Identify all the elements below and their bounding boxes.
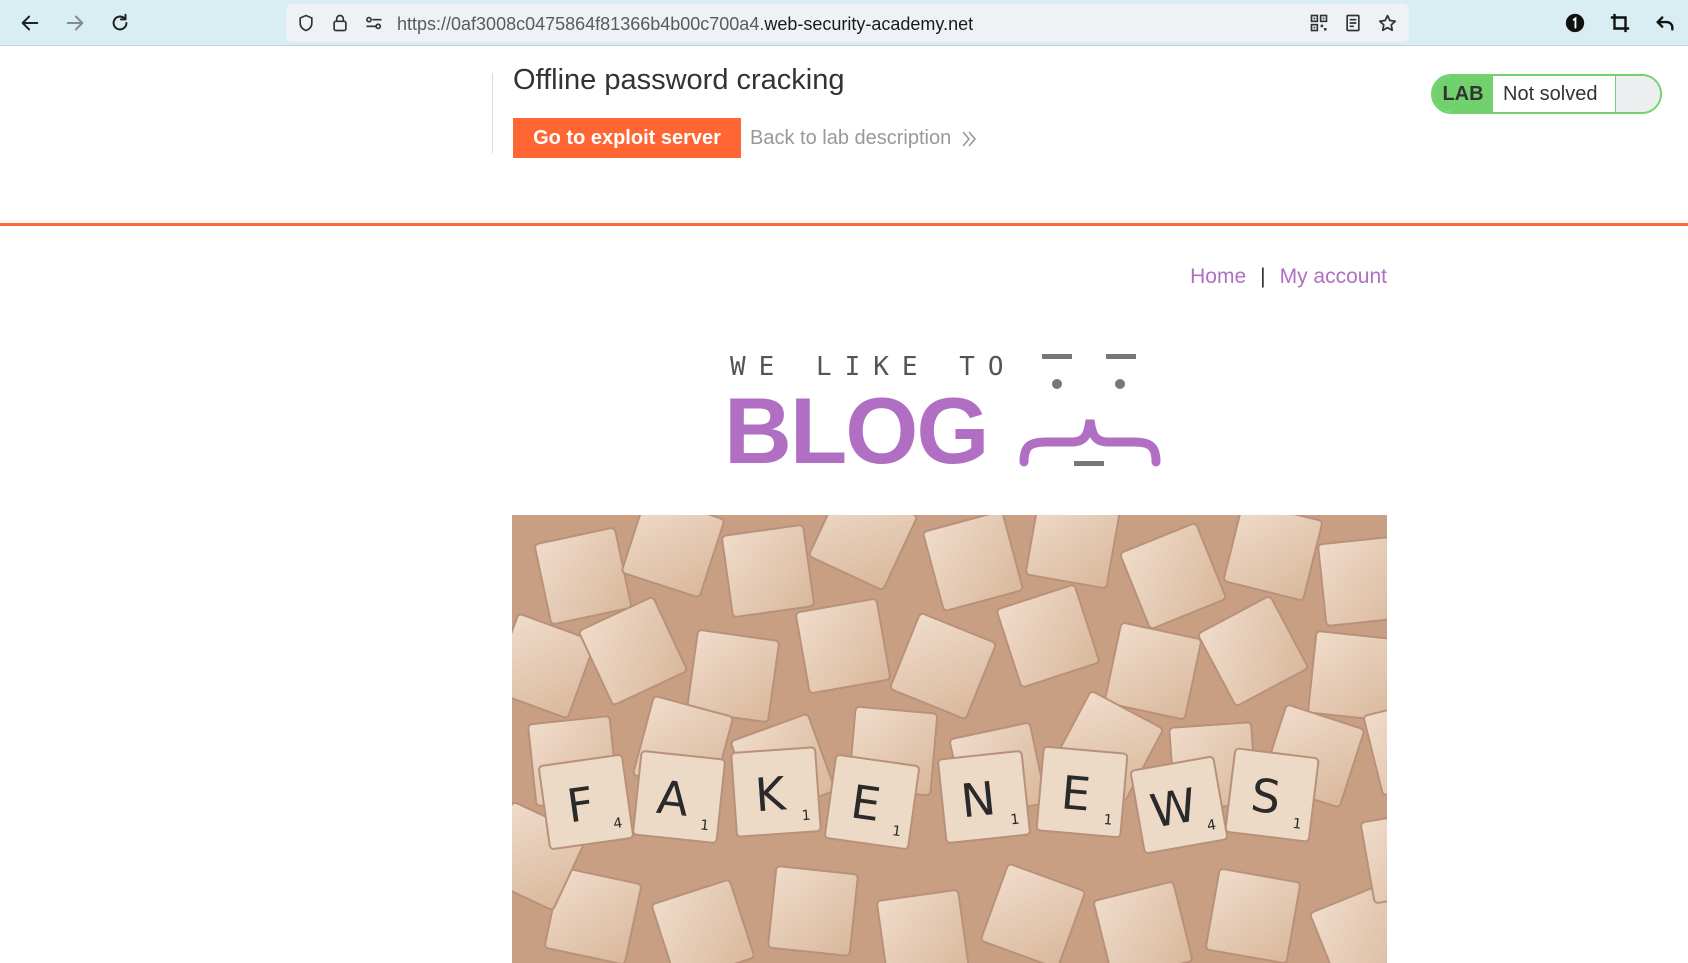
nav-separator: | bbox=[1260, 265, 1266, 288]
letter-tile: E1 bbox=[1035, 745, 1129, 839]
tile-points: 1 bbox=[1010, 811, 1021, 828]
lab-status-text: Not solved bbox=[1493, 76, 1616, 112]
extension-badge-icon[interactable] bbox=[1559, 7, 1591, 39]
lock-icon[interactable] bbox=[329, 12, 351, 34]
bookmark-star-icon[interactable] bbox=[1376, 12, 1398, 34]
letter-tile: W4 bbox=[1129, 755, 1229, 855]
wood-tile bbox=[534, 527, 632, 625]
letter-tile: E1 bbox=[824, 754, 920, 850]
wood-tile bbox=[1205, 868, 1301, 963]
nav-home-link[interactable]: Home bbox=[1190, 265, 1246, 289]
reader-view-icon[interactable] bbox=[1342, 12, 1364, 34]
tile-letter: N bbox=[958, 771, 998, 828]
blog-hero-image: F4A1K1E1N1E1W4S1 bbox=[512, 515, 1387, 963]
browser-toolbar: https://0af3008c0475864f81366b4b00c700a4… bbox=[0, 0, 1688, 46]
letter-tile: A1 bbox=[632, 750, 726, 844]
tile-points: 1 bbox=[1103, 812, 1113, 829]
tile-letter: K bbox=[753, 766, 789, 822]
tile-letter: E bbox=[1059, 765, 1093, 821]
tile-letter: A bbox=[654, 770, 691, 827]
wood-tile bbox=[767, 865, 859, 957]
wood-tile bbox=[1307, 630, 1387, 722]
site-permissions-icon[interactable] bbox=[363, 12, 385, 34]
scrabble-tiles-illustration: F 4 A 1K 1 E 1N 1 E 1 W 4S 1 bbox=[512, 515, 1387, 963]
logo-wordmark: BLOG bbox=[724, 378, 990, 483]
wood-tile bbox=[876, 889, 970, 963]
lab-status-widget: LAB Not solved bbox=[1431, 74, 1662, 114]
back-to-lab-link[interactable]: Back to lab description bbox=[750, 127, 977, 150]
shield-icon[interactable] bbox=[295, 12, 317, 34]
back-to-lab-label: Back to lab description bbox=[750, 127, 952, 149]
blog-nav: Home | My account bbox=[1190, 265, 1387, 289]
nav-my-account-link[interactable]: My account bbox=[1280, 265, 1387, 289]
url-text[interactable]: https://0af3008c0475864f81366b4b00c700a4… bbox=[397, 14, 973, 35]
lab-title: Offline password cracking bbox=[513, 64, 845, 96]
qr-code-icon[interactable] bbox=[1308, 12, 1330, 34]
undo-arrow-icon[interactable] bbox=[1649, 7, 1681, 39]
header-divider bbox=[492, 73, 493, 153]
logo-face-icon bbox=[1019, 354, 1161, 467]
reload-icon[interactable] bbox=[104, 7, 136, 39]
blog-logo: WE LIKE TO BLOG bbox=[724, 350, 1174, 483]
wood-tile bbox=[721, 524, 815, 618]
tile-points: 1 bbox=[801, 808, 811, 825]
lab-status-knob bbox=[1616, 76, 1660, 112]
wood-tile bbox=[1025, 515, 1121, 589]
letter-tile: S1 bbox=[1224, 747, 1320, 843]
header-rule bbox=[0, 223, 1688, 226]
letter-tile: F4 bbox=[538, 754, 634, 850]
tile-points: 1 bbox=[699, 817, 710, 834]
lab-badge: LAB bbox=[1433, 76, 1493, 112]
exploit-server-button[interactable]: Go to exploit server bbox=[513, 118, 741, 158]
tile-letter: W bbox=[1146, 777, 1200, 838]
forward-arrow-icon[interactable] bbox=[59, 7, 91, 39]
letter-tile: K1 bbox=[730, 746, 822, 838]
address-bar[interactable]: https://0af3008c0475864f81366b4b00c700a4… bbox=[286, 4, 1409, 42]
double-chevron-right-icon bbox=[961, 130, 977, 148]
crop-icon[interactable] bbox=[1604, 7, 1636, 39]
back-arrow-icon[interactable] bbox=[14, 7, 46, 39]
wood-tile bbox=[795, 598, 891, 694]
letter-tile: N1 bbox=[937, 750, 1031, 844]
wood-tile bbox=[1317, 535, 1387, 627]
